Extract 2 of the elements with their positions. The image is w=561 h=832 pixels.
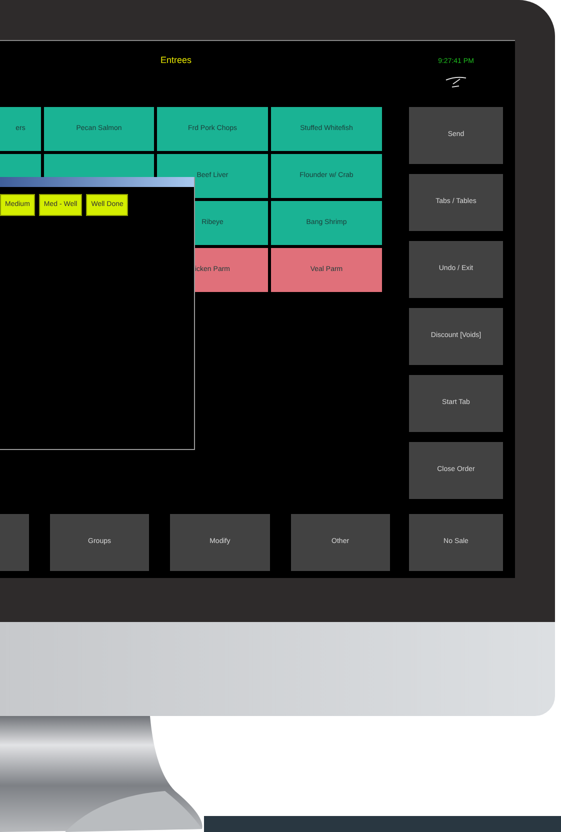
logo-icon — [444, 76, 468, 88]
screen-title: Entrees — [160, 54, 192, 67]
